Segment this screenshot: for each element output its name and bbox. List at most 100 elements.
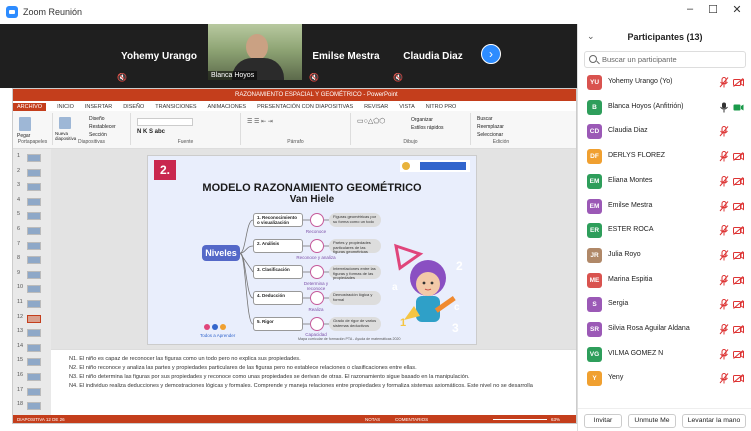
participant-row[interactable]: EM Eliana Montes bbox=[578, 173, 751, 191]
ribbon-tool[interactable]: Organizar bbox=[411, 117, 433, 123]
slide-thumbnail[interactable]: 16 bbox=[17, 372, 45, 382]
slide-thumbnail[interactable]: 6 bbox=[17, 226, 45, 236]
level-description: Demostración lógica y formal bbox=[329, 291, 381, 305]
svg-text:c: c bbox=[454, 302, 460, 313]
slide-thumbnail[interactable]: 13 bbox=[17, 328, 45, 338]
slide-thumbnail[interactable]: 2 bbox=[17, 168, 45, 178]
paragraph-icons[interactable]: ☰ ☰ ⇤ ⇥ bbox=[247, 118, 273, 125]
ribbon-tool[interactable]: Reemplazar bbox=[477, 124, 504, 130]
next-page-button[interactable]: › bbox=[481, 44, 501, 64]
close-button[interactable]: ✕ bbox=[727, 3, 747, 16]
shapes-gallery-icon[interactable]: ▭○△⬠⬡ bbox=[357, 117, 385, 125]
participant-row[interactable]: VG VILMA GOMEZ N bbox=[578, 346, 751, 364]
video-off-icon bbox=[733, 78, 744, 87]
unmute-me-button[interactable]: Unmute Me bbox=[628, 414, 676, 428]
participant-row[interactable]: B Blanca Hoyos (Anfitrión) bbox=[578, 99, 751, 117]
tab-vista[interactable]: VISTA bbox=[399, 104, 415, 110]
ribbon-tool[interactable]: Restablecer bbox=[89, 124, 116, 130]
paste-icon[interactable] bbox=[19, 117, 31, 131]
video-tile[interactable]: Emilse Mestra 🔇 bbox=[306, 28, 386, 84]
ribbon-tool[interactable]: Seleccionar bbox=[477, 132, 503, 138]
ribbon-tool[interactable]: Estilos rápidos bbox=[411, 125, 444, 131]
level-description: Interrelaciones entre las figuras y form… bbox=[329, 265, 381, 280]
participant-row[interactable]: DF DERLYS FLOREZ bbox=[578, 148, 751, 166]
ribbon-tool[interactable]: Buscar bbox=[477, 116, 493, 122]
tab-diseno[interactable]: DISEÑO bbox=[123, 104, 144, 110]
slide-thumbnail[interactable]: 7 bbox=[17, 241, 45, 251]
ppt-title: RAZONAMIENTO ESPACIAL Y GEOMÉTRICO - Pow… bbox=[235, 92, 398, 98]
notes-toggle[interactable]: NOTAS bbox=[365, 417, 380, 422]
slide-thumbnail[interactable]: 3 bbox=[17, 182, 45, 192]
video-tile-camera[interactable]: Blanca Hoyos bbox=[208, 24, 302, 80]
thumbnail-preview bbox=[27, 358, 41, 367]
avatar: EM bbox=[587, 173, 602, 189]
level-caption: Realiza bbox=[308, 307, 324, 312]
level-box: 4. Deducción bbox=[253, 291, 303, 305]
tab-animaciones[interactable]: ANIMACIONES bbox=[208, 104, 247, 110]
participant-row[interactable]: EM Emilse Mestra bbox=[578, 198, 751, 216]
minimize-button[interactable]: – bbox=[680, 3, 700, 15]
muted-mic-icon: 🔇 bbox=[117, 73, 127, 82]
participant-row[interactable]: CD Claudia Diaz bbox=[578, 123, 751, 141]
participant-search-input[interactable]: Buscar un participante bbox=[584, 51, 746, 68]
ribbon-group: Buscar Reemplazar Seleccionar Edición bbox=[471, 113, 531, 145]
thumbnail-number: 1 bbox=[17, 153, 21, 159]
muted-mic-icon bbox=[719, 348, 729, 360]
font-select[interactable] bbox=[137, 118, 193, 126]
ribbon-tool[interactable]: Sección bbox=[89, 132, 107, 138]
comments-toggle[interactable]: COMENTARIOS bbox=[395, 417, 428, 422]
participant-row[interactable]: ME Marina Espitia bbox=[578, 272, 751, 290]
participant-row[interactable]: Y Yeny bbox=[578, 370, 751, 388]
maximize-button[interactable]: ☐ bbox=[703, 3, 723, 16]
slide-thumbnail[interactable]: 12 bbox=[17, 314, 45, 324]
ppt-ribbon: Pegar Portapapeles Nueva diapositiva Dis… bbox=[13, 111, 576, 149]
tab-inicio[interactable]: INICIO bbox=[57, 104, 74, 110]
invite-button[interactable]: Invitar bbox=[584, 414, 622, 428]
note-line: N2. El niño reconoce y analiza las parte… bbox=[69, 365, 417, 371]
ribbon-group-label: Párrafo bbox=[287, 139, 304, 145]
slide-thumbnail[interactable]: 11 bbox=[17, 299, 45, 309]
new-slide-icon[interactable] bbox=[59, 117, 71, 129]
participant-name: Marina Espitia bbox=[608, 275, 653, 283]
tab-archivo[interactable]: ARCHIVO bbox=[13, 103, 47, 111]
tile-name: Blanca Hoyos bbox=[208, 71, 258, 80]
participant-row[interactable]: JR Julia Royo bbox=[578, 247, 751, 265]
participant-row[interactable]: YU Yohemy Urango (Yo) bbox=[578, 74, 751, 92]
zoom-logo-icon bbox=[6, 6, 18, 18]
slide-thumbnail[interactable]: 8 bbox=[17, 255, 45, 265]
font-format-icons[interactable]: N K S abc bbox=[137, 129, 165, 135]
ribbon-tool[interactable]: Diseño bbox=[89, 116, 105, 122]
participant-row[interactable]: S Sergia bbox=[578, 296, 751, 314]
slide-thumbnail[interactable]: 14 bbox=[17, 343, 45, 353]
muted-mic-icon bbox=[719, 373, 729, 384]
slide-thumbnail[interactable]: 4 bbox=[17, 197, 45, 207]
slide-thumbnail[interactable]: 15 bbox=[17, 357, 45, 367]
thumbnail-number: 17 bbox=[17, 386, 24, 393]
notes-pane[interactable]: N1. El niño es capaz de reconocer las fi… bbox=[51, 349, 576, 409]
tab-insertar[interactable]: INSERTAR bbox=[85, 104, 112, 110]
video-off-icon bbox=[733, 251, 744, 260]
thumbnail-number: 15 bbox=[17, 357, 24, 364]
slide-thumbnail[interactable]: 1 bbox=[17, 153, 45, 163]
video-tile[interactable]: Claudia Diaz 🔇 bbox=[390, 28, 476, 84]
slide-thumbnail[interactable]: 17 bbox=[17, 387, 45, 397]
tab-nitro[interactable]: NITRO PRO bbox=[426, 104, 457, 110]
thumbnail-number: 10 bbox=[17, 284, 24, 291]
thumbnail-number: 13 bbox=[17, 328, 24, 335]
slide-thumbnail[interactable]: 10 bbox=[17, 284, 45, 294]
thumbnail-preview bbox=[27, 343, 41, 352]
zoom-slider[interactable] bbox=[493, 419, 547, 420]
slide-thumbnail[interactable]: 9 bbox=[17, 270, 45, 280]
raise-hand-button[interactable]: Levantar la mano bbox=[682, 414, 746, 428]
tab-revisar[interactable]: REVISAR bbox=[364, 104, 388, 110]
person-face bbox=[246, 34, 268, 60]
participant-row[interactable]: SR Silvia Rosa Aguilar Aldana bbox=[578, 321, 751, 339]
muted-mic-icon bbox=[719, 274, 729, 286]
participant-row[interactable]: ER ESTER ROCA bbox=[578, 222, 751, 240]
thumbnail-number: 11 bbox=[17, 299, 23, 305]
tab-presentacion[interactable]: PRESENTACIÓN CON DIAPOSITIVAS bbox=[257, 104, 353, 110]
slide-thumbnail[interactable]: 5 bbox=[17, 211, 45, 221]
slide-thumbnail[interactable]: 18 bbox=[17, 401, 45, 411]
video-tile[interactable]: Yohemy Urango 🔇 bbox=[114, 28, 204, 84]
tab-transiciones[interactable]: TRANSICIONES bbox=[155, 104, 196, 110]
